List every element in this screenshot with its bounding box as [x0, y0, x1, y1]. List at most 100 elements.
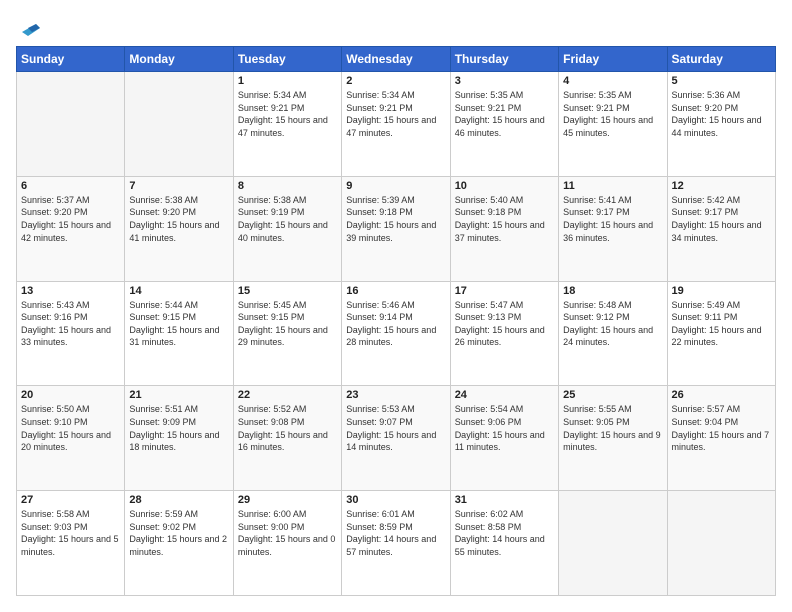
day-number: 17	[455, 285, 554, 297]
header-thursday: Thursday	[450, 47, 558, 72]
day-info: Sunrise: 5:40 AMSunset: 9:18 PMDaylight:…	[455, 194, 554, 244]
calendar-cell: 23 Sunrise: 5:53 AMSunset: 9:07 PMDayligh…	[342, 386, 450, 491]
calendar-cell: 6Sunrise: 5:37 AMSunset: 9:20 PMDaylight…	[17, 176, 125, 281]
calendar-week-row: 6Sunrise: 5:37 AMSunset: 9:20 PMDaylight…	[17, 176, 776, 281]
day-info: Sunrise: 5:42 AMSunset: 9:17 PMDaylight:…	[672, 194, 771, 244]
day-number: 12	[672, 180, 771, 192]
day-number: 22	[238, 389, 337, 401]
day-number: 13	[21, 285, 120, 297]
calendar-cell: 15 Sunrise: 5:45 AMSunset: 9:15 PMDayligh…	[233, 281, 341, 386]
calendar-cell: 14Sunrise: 5:44 AMSunset: 9:15 PMDayligh…	[125, 281, 233, 386]
calendar-cell: 1 Sunrise: 5:34 AMSunset: 9:21 PMDaylight…	[233, 72, 341, 177]
calendar-cell: 10 Sunrise: 5:40 AMSunset: 9:18 PMDayligh…	[450, 176, 558, 281]
day-number: 28	[129, 494, 228, 506]
calendar-cell: 26 Sunrise: 5:57 AMSunset: 9:04 PMDayligh…	[667, 386, 775, 491]
calendar-cell: 2 Sunrise: 5:34 AMSunset: 9:21 PMDaylight…	[342, 72, 450, 177]
weekday-header-row: Sunday Monday Tuesday Wednesday Thursday…	[17, 47, 776, 72]
day-info: Sunrise: 5:53 AMSunset: 9:07 PMDaylight:…	[346, 403, 445, 453]
day-info: Sunrise: 5:50 AMSunset: 9:10 PMDaylight:…	[21, 403, 120, 453]
calendar-cell: 21 Sunrise: 5:51 AMSunset: 9:09 PMDayligh…	[125, 386, 233, 491]
day-info: Sunrise: 5:49 AMSunset: 9:11 PMDaylight:…	[672, 299, 771, 349]
day-number: 15	[238, 285, 337, 297]
day-info: Sunrise: 5:54 AMSunset: 9:06 PMDaylight:…	[455, 403, 554, 453]
day-info: Sunrise: 5:34 AMSunset: 9:21 PMDaylight:…	[238, 89, 337, 139]
day-info: Sunrise: 5:51 AMSunset: 9:09 PMDaylight:…	[129, 403, 228, 453]
day-number: 5	[672, 75, 771, 87]
day-number: 18	[563, 285, 662, 297]
logo	[16, 16, 40, 36]
calendar-cell: 3 Sunrise: 5:35 AMSunset: 9:21 PMDaylight…	[450, 72, 558, 177]
day-info: Sunrise: 5:52 AMSunset: 9:08 PMDaylight:…	[238, 403, 337, 453]
day-number: 21	[129, 389, 228, 401]
header	[16, 16, 776, 36]
calendar-cell: 28 Sunrise: 5:59 AMSunset: 9:02 PMDayligh…	[125, 491, 233, 596]
day-info: Sunrise: 5:59 AMSunset: 9:02 PMDaylight:…	[129, 508, 228, 558]
day-number: 2	[346, 75, 445, 87]
day-info: Sunrise: 5:57 AMSunset: 9:04 PMDaylight:…	[672, 403, 771, 453]
header-sunday: Sunday	[17, 47, 125, 72]
day-info: Sunrise: 5:34 AMSunset: 9:21 PMDaylight:…	[346, 89, 445, 139]
day-info: Sunrise: 5:39 AMSunset: 9:18 PMDaylight:…	[346, 194, 445, 244]
day-info: Sunrise: 5:35 AMSunset: 9:21 PMDaylight:…	[455, 89, 554, 139]
calendar-cell	[667, 491, 775, 596]
day-number: 25	[563, 389, 662, 401]
calendar-week-row: 1 Sunrise: 5:34 AMSunset: 9:21 PMDaylight…	[17, 72, 776, 177]
day-number: 19	[672, 285, 771, 297]
calendar-cell: 30 Sunrise: 6:01 AMSunset: 8:59 PMDayligh…	[342, 491, 450, 596]
calendar-cell: 31 Sunrise: 6:02 AMSunset: 8:58 PMDayligh…	[450, 491, 558, 596]
calendar-cell: 25Sunrise: 5:55 AMSunset: 9:05 PMDayligh…	[559, 386, 667, 491]
header-monday: Monday	[125, 47, 233, 72]
day-info: Sunrise: 5:47 AMSunset: 9:13 PMDaylight:…	[455, 299, 554, 349]
day-number: 11	[563, 180, 662, 192]
day-number: 1	[238, 75, 337, 87]
header-wednesday: Wednesday	[342, 47, 450, 72]
calendar-cell: 27Sunrise: 5:58 AMSunset: 9:03 PMDayligh…	[17, 491, 125, 596]
calendar-cell: 18Sunrise: 5:48 AMSunset: 9:12 PMDayligh…	[559, 281, 667, 386]
calendar-week-row: 27Sunrise: 5:58 AMSunset: 9:03 PMDayligh…	[17, 491, 776, 596]
logo-text	[16, 16, 40, 36]
day-number: 9	[346, 180, 445, 192]
day-number: 23	[346, 389, 445, 401]
header-saturday: Saturday	[667, 47, 775, 72]
calendar-cell: 13 Sunrise: 5:43 AMSunset: 9:16 PMDayligh…	[17, 281, 125, 386]
day-number: 30	[346, 494, 445, 506]
calendar-table: Sunday Monday Tuesday Wednesday Thursday…	[16, 46, 776, 596]
day-number: 4	[563, 75, 662, 87]
day-number: 31	[455, 494, 554, 506]
calendar-week-row: 13 Sunrise: 5:43 AMSunset: 9:16 PMDayligh…	[17, 281, 776, 386]
calendar-cell	[559, 491, 667, 596]
calendar-cell: 8 Sunrise: 5:38 AMSunset: 9:19 PMDaylight…	[233, 176, 341, 281]
day-number: 3	[455, 75, 554, 87]
calendar-cell: 11 Sunrise: 5:41 AMSunset: 9:17 PMDayligh…	[559, 176, 667, 281]
day-number: 16	[346, 285, 445, 297]
day-info: Sunrise: 5:58 AMSunset: 9:03 PMDaylight:…	[21, 508, 120, 558]
calendar-cell: 24 Sunrise: 5:54 AMSunset: 9:06 PMDayligh…	[450, 386, 558, 491]
day-info: Sunrise: 5:46 AMSunset: 9:14 PMDaylight:…	[346, 299, 445, 349]
calendar-cell: 29Sunrise: 6:00 AMSunset: 9:00 PMDayligh…	[233, 491, 341, 596]
header-tuesday: Tuesday	[233, 47, 341, 72]
day-info: Sunrise: 5:45 AMSunset: 9:15 PMDaylight:…	[238, 299, 337, 349]
calendar-cell: 12 Sunrise: 5:42 AMSunset: 9:17 PMDayligh…	[667, 176, 775, 281]
calendar-cell: 19 Sunrise: 5:49 AMSunset: 9:11 PMDayligh…	[667, 281, 775, 386]
day-number: 7	[129, 180, 228, 192]
calendar-cell: 20 Sunrise: 5:50 AMSunset: 9:10 PMDayligh…	[17, 386, 125, 491]
day-number: 8	[238, 180, 337, 192]
day-info: Sunrise: 5:36 AMSunset: 9:20 PMDaylight:…	[672, 89, 771, 139]
day-info: Sunrise: 6:00 AMSunset: 9:00 PMDaylight:…	[238, 508, 337, 558]
calendar-cell: 4Sunrise: 5:35 AMSunset: 9:21 PMDaylight…	[559, 72, 667, 177]
calendar-cell: 17 Sunrise: 5:47 AMSunset: 9:13 PMDayligh…	[450, 281, 558, 386]
day-number: 10	[455, 180, 554, 192]
day-info: Sunrise: 6:02 AMSunset: 8:58 PMDaylight:…	[455, 508, 554, 558]
day-info: Sunrise: 5:38 AMSunset: 9:19 PMDaylight:…	[238, 194, 337, 244]
calendar-cell	[125, 72, 233, 177]
calendar-week-row: 20 Sunrise: 5:50 AMSunset: 9:10 PMDayligh…	[17, 386, 776, 491]
day-info: Sunrise: 5:43 AMSunset: 9:16 PMDaylight:…	[21, 299, 120, 349]
day-number: 26	[672, 389, 771, 401]
calendar-cell	[17, 72, 125, 177]
day-info: Sunrise: 5:41 AMSunset: 9:17 PMDaylight:…	[563, 194, 662, 244]
day-number: 24	[455, 389, 554, 401]
calendar-page: Sunday Monday Tuesday Wednesday Thursday…	[0, 0, 792, 612]
day-info: Sunrise: 6:01 AMSunset: 8:59 PMDaylight:…	[346, 508, 445, 558]
day-number: 20	[21, 389, 120, 401]
calendar-cell: 22 Sunrise: 5:52 AMSunset: 9:08 PMDayligh…	[233, 386, 341, 491]
